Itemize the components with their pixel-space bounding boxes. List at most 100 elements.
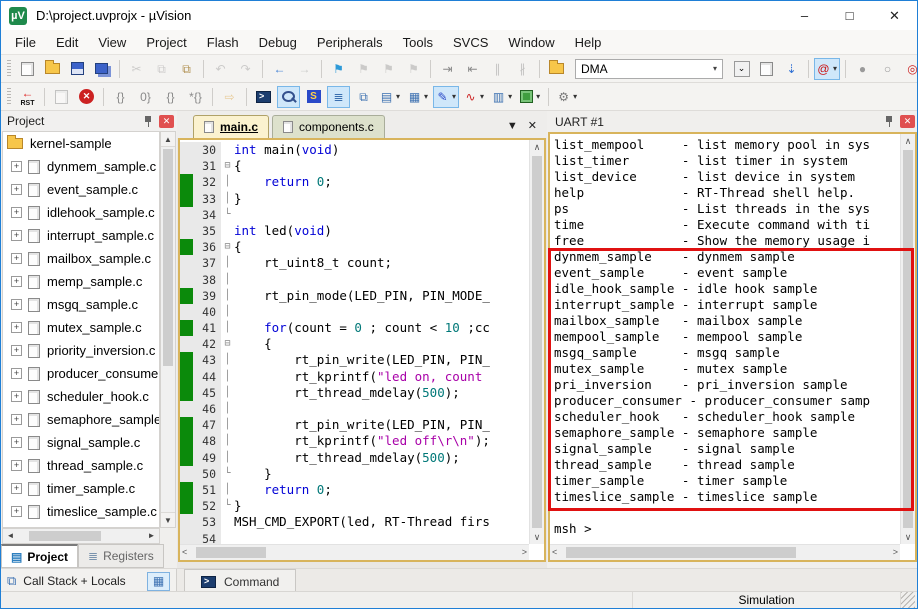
- call-stack-tab[interactable]: ⧉ Call Stack + Locals ▦: [1, 569, 177, 593]
- project-file-item[interactable]: + msgq_sample.c: [3, 293, 159, 316]
- expand-icon[interactable]: +: [11, 345, 22, 356]
- uncomment-button[interactable]: ∦: [511, 58, 534, 80]
- scroll-left-icon[interactable]: <: [182, 545, 187, 560]
- expand-icon[interactable]: +: [11, 483, 22, 494]
- menu-svcs[interactable]: SVCS: [443, 32, 498, 53]
- logic-analyzer-button[interactable]: ∿ ▾: [461, 86, 487, 108]
- disable-all-breakpoints-button[interactable]: ◎: [901, 58, 917, 80]
- project-file-item[interactable]: + signal_sample.c: [3, 431, 159, 454]
- project-file-item[interactable]: + memp_sample.c: [3, 270, 159, 293]
- chevron-down-icon[interactable]: ▾: [396, 92, 400, 101]
- undo-button[interactable]: ↶: [209, 58, 232, 80]
- toggle-bookmark-button[interactable]: ⚑: [327, 58, 350, 80]
- fold-icon[interactable]: ⊟: [221, 239, 234, 255]
- scroll-up-icon[interactable]: ∧: [901, 134, 915, 148]
- toolbar-grip[interactable]: [7, 59, 11, 78]
- copy-button[interactable]: ⧉: [150, 58, 173, 80]
- scrollbar-thumb[interactable]: [903, 150, 913, 528]
- navigate-back-button[interactable]: ←: [268, 58, 291, 80]
- next-bookmark-button[interactable]: ⚑: [377, 58, 400, 80]
- scroll-right-icon[interactable]: ►: [144, 529, 159, 543]
- expand-icon[interactable]: +: [11, 184, 22, 195]
- close-icon[interactable]: ✕: [159, 114, 174, 128]
- scroll-down-icon[interactable]: ∨: [901, 530, 915, 544]
- menu-tools[interactable]: Tools: [393, 32, 443, 53]
- scrollbar-thumb[interactable]: [163, 149, 173, 367]
- combo-dropdown-button[interactable]: ⌄: [730, 58, 753, 80]
- scroll-up-icon[interactable]: ∧: [530, 140, 544, 154]
- save-button[interactable]: [66, 58, 89, 80]
- indent-button[interactable]: ⇥: [436, 58, 459, 80]
- expand-icon[interactable]: +: [11, 253, 22, 264]
- menu-view[interactable]: View: [88, 32, 136, 53]
- scroll-right-icon[interactable]: >: [522, 545, 527, 560]
- outdent-button[interactable]: ⇤: [461, 58, 484, 80]
- scrollbar-thumb[interactable]: [29, 531, 101, 541]
- command-tab[interactable]: > Command: [184, 569, 297, 593]
- find-in-files-button[interactable]: [545, 58, 568, 80]
- comment-button[interactable]: ∥: [486, 58, 509, 80]
- project-horizontal-scrollbar[interactable]: ◄ ►: [2, 528, 160, 544]
- project-file-item[interactable]: + interrupt_sample.c: [3, 224, 159, 247]
- project-file-item[interactable]: + mutex_sample.c: [3, 316, 159, 339]
- editor-horizontal-scrollbar[interactable]: < >: [180, 544, 529, 560]
- run-to-line-button[interactable]: *{}: [184, 86, 207, 108]
- open-file-button[interactable]: [41, 58, 64, 80]
- project-file-item[interactable]: + producer_consumer: [3, 362, 159, 385]
- expand-icon[interactable]: +: [11, 368, 22, 379]
- minimize-button[interactable]: –: [782, 1, 827, 30]
- command-window-button[interactable]: >: [252, 86, 275, 108]
- memory-window-button[interactable]: ▦ ▾: [405, 86, 431, 108]
- pin-icon[interactable]: [144, 115, 153, 128]
- project-file-item[interactable]: + event_sample.c: [3, 178, 159, 201]
- scrollbar-thumb[interactable]: [196, 547, 266, 558]
- editor-vertical-scrollbar[interactable]: ∧ ∨: [529, 140, 544, 544]
- cut-button[interactable]: ✂: [125, 58, 148, 80]
- project-file-item[interactable]: + dynmem_sample.c: [3, 155, 159, 178]
- project-file-item[interactable]: + timer_sample.c: [3, 477, 159, 500]
- find-combobox[interactable]: DMA ▾: [575, 58, 723, 79]
- uart-vertical-scrollbar[interactable]: ∧ ∨: [900, 134, 915, 544]
- project-tree[interactable]: kernel-sample + dynmem_sample.c + event_samp…: [2, 131, 160, 528]
- menu-project[interactable]: Project: [136, 32, 196, 53]
- uart-horizontal-scrollbar[interactable]: < >: [550, 544, 900, 560]
- new-file-button[interactable]: [16, 58, 39, 80]
- chevron-down-icon[interactable]: ▾: [480, 92, 484, 101]
- quick-find-button[interactable]: @ ▾: [814, 57, 841, 80]
- scroll-up-icon[interactable]: ▲: [161, 132, 175, 147]
- tab-components-c[interactable]: components.c: [272, 115, 385, 138]
- tab-main-c[interactable]: main.c: [193, 115, 270, 138]
- chevron-down-icon[interactable]: ▾: [536, 92, 540, 101]
- step-into-button[interactable]: {}: [109, 86, 132, 108]
- close-tab-icon[interactable]: ✕: [528, 119, 537, 132]
- menu-edit[interactable]: Edit: [46, 32, 88, 53]
- serial-window-button[interactable]: ✎ ▾: [433, 85, 460, 108]
- toolbox-button[interactable]: ⚙ ▾: [554, 86, 580, 108]
- navigate-forward-button[interactable]: →: [293, 58, 316, 80]
- registers-window-button[interactable]: ≣: [327, 85, 350, 108]
- scrollbar-thumb[interactable]: [532, 156, 542, 528]
- expand-icon[interactable]: +: [11, 161, 22, 172]
- find-next-button[interactable]: [755, 58, 778, 80]
- stop-debug-button[interactable]: ✕: [75, 86, 98, 108]
- call-stack-window-button[interactable]: ⧉: [352, 86, 375, 108]
- expand-icon[interactable]: +: [11, 207, 22, 218]
- project-root-item[interactable]: kernel-sample: [3, 132, 159, 155]
- run-button[interactable]: ⇨: [218, 86, 241, 108]
- chevron-down-icon[interactable]: ▾: [424, 92, 428, 101]
- insert-breakpoint-button[interactable]: ●: [851, 58, 874, 80]
- disassembly-window-button[interactable]: [277, 85, 300, 108]
- menu-flash[interactable]: Flash: [197, 32, 249, 53]
- symbol-window-button[interactable]: S: [302, 86, 325, 108]
- expand-icon[interactable]: +: [11, 391, 22, 402]
- expand-icon[interactable]: +: [11, 299, 22, 310]
- incremental-find-button[interactable]: ⇣: [780, 58, 803, 80]
- project-vertical-scrollbar[interactable]: ▲ ▼: [160, 131, 176, 528]
- clear-bookmarks-button[interactable]: ⚑: [402, 58, 425, 80]
- project-file-item[interactable]: + idlehook_sample.c: [3, 201, 159, 224]
- close-button[interactable]: ✕: [872, 1, 917, 30]
- expand-icon[interactable]: +: [11, 460, 22, 471]
- code-area[interactable]: 30 int main(void) 31 ⊟{32 │ return 0; 33 │} 34 └…: [180, 140, 529, 544]
- step-out-button[interactable]: {}: [159, 86, 182, 108]
- close-icon[interactable]: ✕: [900, 115, 915, 128]
